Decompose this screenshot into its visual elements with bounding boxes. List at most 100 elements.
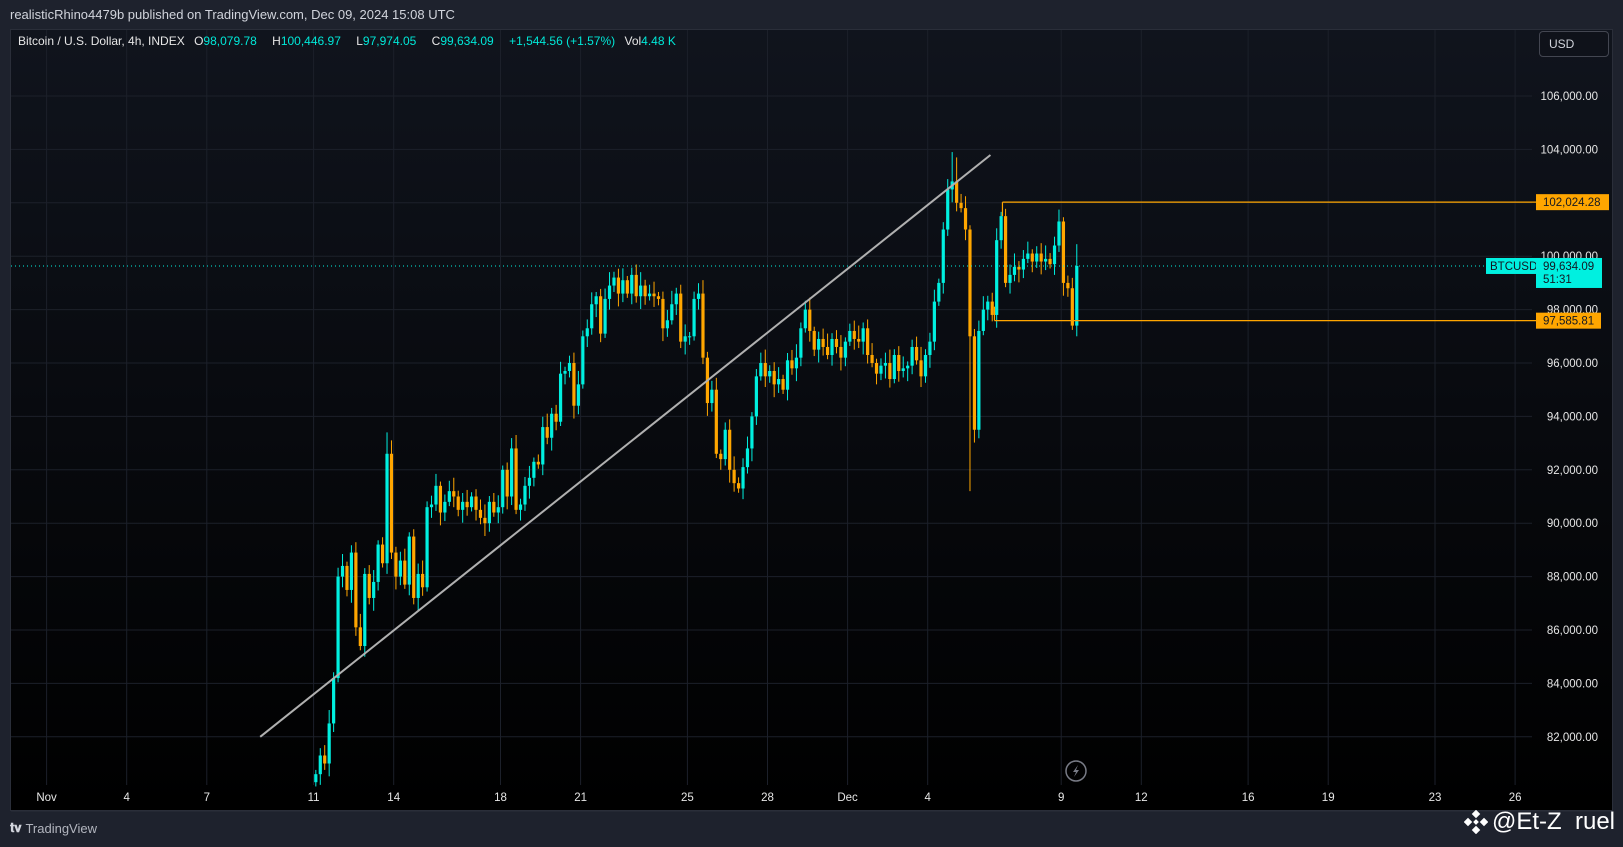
candle-body	[407, 536, 411, 585]
candle	[1052, 236, 1057, 275]
candle	[456, 490, 460, 517]
price-tick-label: 82,000.00	[1547, 732, 1598, 744]
candle	[558, 361, 563, 427]
candle-body	[501, 469, 505, 508]
time-tick-label: Dec	[837, 792, 858, 804]
symbol-title[interactable]: Bitcoin / U.S. Dollar, 4h, INDEX	[18, 34, 185, 48]
candle	[429, 495, 434, 518]
candle-body	[963, 208, 968, 230]
candle-body	[416, 573, 420, 598]
candle-body	[959, 202, 963, 209]
candle	[719, 449, 723, 470]
candle	[1075, 244, 1079, 337]
candle-body	[821, 338, 825, 347]
time-tick-label: 23	[1429, 792, 1442, 804]
candle-body	[674, 293, 678, 305]
candle-body	[603, 298, 607, 334]
candle	[861, 322, 865, 355]
candle-body	[523, 485, 527, 505]
symbol-label: BTCUSD	[1490, 261, 1537, 273]
candle	[736, 477, 741, 493]
candle	[1008, 264, 1012, 294]
candle-body	[514, 448, 518, 510]
candle	[981, 296, 985, 336]
candle-body	[772, 371, 776, 385]
candle	[728, 419, 732, 483]
candle-body	[870, 354, 874, 363]
candle-body	[563, 371, 567, 374]
candle-body	[830, 338, 834, 355]
candle-body	[590, 304, 594, 329]
candle-body	[1039, 253, 1043, 262]
candle	[385, 432, 389, 574]
candle	[332, 672, 336, 732]
candle	[625, 275, 629, 298]
candle-body	[434, 485, 438, 505]
candlestick-chart[interactable]: 82,000.00 84,000.00 86,000.00 88,000.00 90,0…	[0, 0, 1623, 847]
candle	[1061, 217, 1066, 296]
time-tick-label: 19	[1322, 792, 1335, 804]
candle	[469, 492, 474, 512]
candle-body	[385, 453, 389, 564]
candle-body	[661, 298, 665, 329]
diamond-logo-icon	[1463, 810, 1488, 834]
candle-body	[487, 501, 491, 524]
volume-value: 4.48 K	[641, 34, 676, 48]
last-price-label: 99,634.09	[1543, 261, 1594, 273]
candle-body	[461, 501, 465, 510]
time-tick-label: 21	[574, 792, 587, 804]
candle	[585, 319, 589, 347]
lightning-icon[interactable]	[1065, 760, 1087, 782]
candle-body	[345, 565, 349, 590]
candle	[705, 351, 710, 416]
candle-body	[759, 363, 763, 377]
candle	[616, 268, 621, 307]
candle-body	[510, 448, 514, 497]
candle-body	[732, 469, 736, 484]
change-value: +1,544.56 (+1.57%)	[509, 34, 616, 48]
candle-body	[1008, 274, 1012, 283]
candle-body	[656, 296, 661, 299]
candle-body	[376, 544, 380, 582]
candle-body	[692, 298, 696, 337]
candle-body	[785, 360, 790, 390]
candle	[621, 268, 625, 303]
grid	[11, 30, 1532, 785]
candle-body	[585, 328, 589, 337]
candle-body	[599, 296, 603, 334]
candle-body	[946, 189, 950, 230]
tradingview-logo[interactable]: 𝐭𝐯 TradingView	[10, 820, 97, 836]
price-tick-label: 104,000.00	[1540, 144, 1598, 156]
drawings	[11, 154, 1536, 738]
candle	[674, 287, 678, 315]
candle	[527, 465, 532, 499]
price-axis: 82,000.00 84,000.00 86,000.00 88,000.00 90,0…	[1540, 91, 1598, 744]
candle	[421, 560, 425, 596]
candle-body	[327, 723, 331, 764]
candle	[688, 332, 692, 345]
candle-body	[972, 336, 977, 430]
candle	[563, 366, 567, 385]
candle-body	[750, 416, 754, 449]
candle-body	[421, 573, 425, 588]
candle	[897, 346, 901, 382]
candle-body	[1026, 253, 1030, 259]
tradingview-logo-icon: 𝐭𝐯	[10, 820, 22, 835]
candle-body	[545, 427, 549, 438]
candle	[1070, 277, 1074, 330]
candle	[670, 290, 674, 325]
candle-body	[723, 429, 727, 460]
candle-body	[906, 365, 910, 369]
time-tick-label: 18	[494, 792, 507, 804]
candle	[656, 291, 661, 306]
candle-body	[910, 346, 914, 366]
time-tick-label: Nov	[36, 792, 57, 804]
candle	[487, 496, 491, 532]
currency-button[interactable]: USD	[1539, 31, 1609, 57]
candle	[554, 404, 558, 431]
candle-body	[403, 560, 407, 585]
candle-body	[683, 336, 687, 342]
candle-body	[332, 678, 336, 724]
candle-body	[607, 285, 612, 299]
candle	[336, 567, 340, 683]
